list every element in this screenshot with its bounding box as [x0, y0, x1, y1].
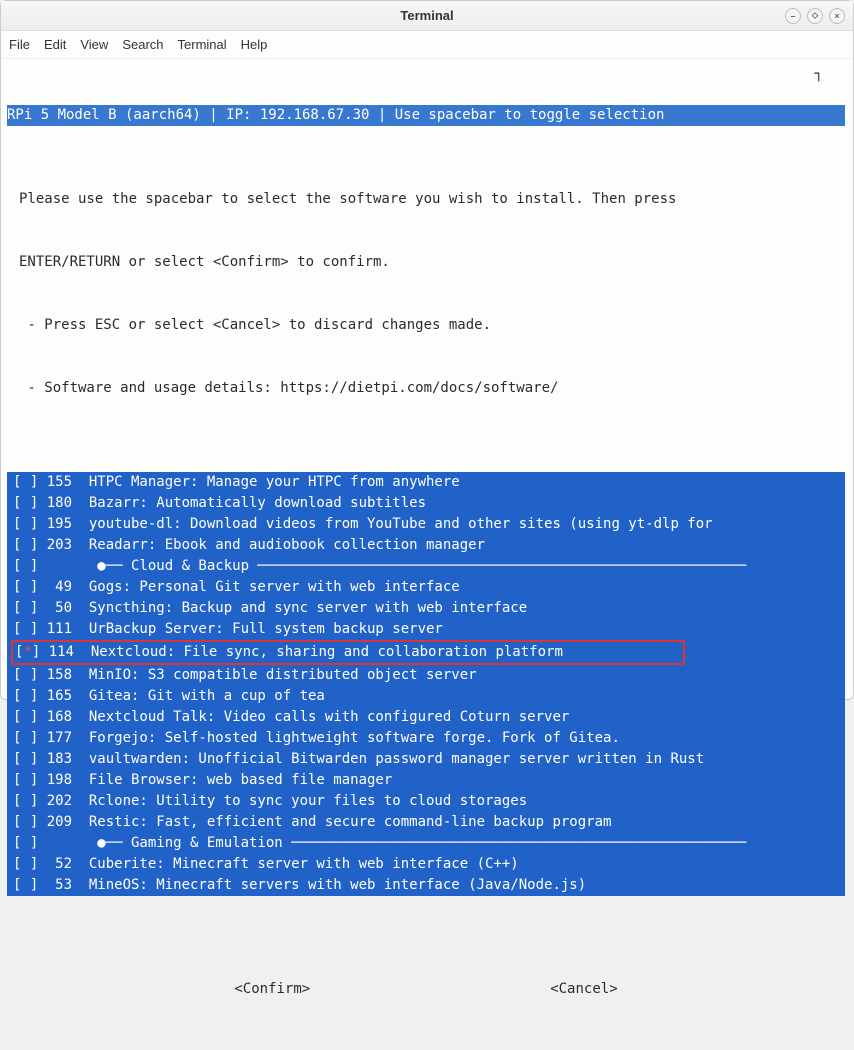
menu-view[interactable]: View: [80, 37, 108, 52]
titlebar: Terminal – ⬦ ×: [1, 1, 853, 31]
menu-edit[interactable]: Edit: [44, 37, 66, 52]
software-item[interactable]: [ ] 183 vaultwarden: Unofficial Bitwarde…: [7, 749, 845, 770]
menu-terminal[interactable]: Terminal: [178, 37, 227, 52]
software-item[interactable]: [ ] 198 File Browser: web based file man…: [7, 770, 845, 791]
terminal-window: Terminal – ⬦ × File Edit View Search Ter…: [0, 0, 854, 700]
software-item[interactable]: [ ] 203 Readarr: Ebook and audiobook col…: [7, 535, 845, 556]
software-item[interactable]: [ ] 155 HTPC Manager: Manage your HTPC f…: [7, 472, 845, 493]
software-item[interactable]: [ ] 53 MineOS: Minecraft servers with we…: [7, 875, 845, 896]
software-item[interactable]: [ ] 111 UrBackup Server: Full system bac…: [7, 619, 845, 640]
category-line: [ ] ●── Cloud & Backup ─────────────────…: [7, 556, 845, 577]
selection-mark: *: [23, 644, 31, 660]
intro-line-4: - Software and usage details: https://di…: [7, 378, 845, 399]
confirm-button[interactable]: <Confirm>: [234, 979, 310, 1000]
intro-line-3: - Press ESC or select <Cancel> to discar…: [7, 315, 845, 336]
minimize-icon[interactable]: –: [785, 8, 801, 24]
software-item[interactable]: [ ] 50 Syncthing: Backup and sync server…: [7, 598, 845, 619]
software-item[interactable]: [ ] 49 Gogs: Personal Git server with we…: [7, 577, 845, 598]
cancel-button[interactable]: <Cancel>: [550, 979, 617, 1000]
dialog-buttons-row: <Confirm> <Cancel>: [7, 979, 845, 1000]
software-item[interactable]: [ ] 177 Forgejo: Self-hosted lightweight…: [7, 728, 845, 749]
dialog-border-corner: ┐: [815, 64, 823, 85]
software-item[interactable]: [ ] 52 Cuberite: Minecraft server with w…: [7, 854, 845, 875]
maximize-icon[interactable]: ⬦: [807, 8, 823, 24]
menu-search[interactable]: Search: [122, 37, 163, 52]
category-line: [ ] ●── Gaming & Emulation ─────────────…: [7, 833, 845, 854]
close-icon[interactable]: ×: [829, 8, 845, 24]
software-item[interactable]: [ ] 195 youtube-dl: Download videos from…: [7, 514, 845, 535]
window-controls: – ⬦ ×: [785, 8, 845, 24]
menu-file[interactable]: File: [9, 37, 30, 52]
intro-line-1: Please use the spacebar to select the so…: [7, 189, 845, 210]
software-list[interactable]: [ ] 155 HTPC Manager: Manage your HTPC f…: [7, 472, 845, 896]
software-item[interactable]: [ ] 180 Bazarr: Automatically download s…: [7, 493, 845, 514]
terminal-content[interactable]: RPi 5 Model B (aarch64) | IP: 192.168.67…: [1, 59, 853, 1050]
software-item[interactable]: [ ] 158 MinIO: S3 compatible distributed…: [7, 665, 845, 686]
menu-help[interactable]: Help: [241, 37, 268, 52]
software-item[interactable]: [ ] 168 Nextcloud Talk: Video calls with…: [7, 707, 845, 728]
software-item[interactable]: [ ] 209 Restic: Fast, efficient and secu…: [7, 812, 845, 833]
header-status-line: RPi 5 Model B (aarch64) | IP: 192.168.67…: [7, 105, 845, 126]
window-title: Terminal: [400, 8, 453, 23]
intro-line-2: ENTER/RETURN or select <Confirm> to conf…: [7, 252, 845, 273]
software-item[interactable]: [*] 114 Nextcloud: File sync, sharing an…: [11, 640, 685, 665]
menubar: File Edit View Search Terminal Help: [1, 31, 853, 59]
software-item[interactable]: [ ] 202 Rclone: Utility to sync your fil…: [7, 791, 845, 812]
software-item[interactable]: [ ] 165 Gitea: Git with a cup of tea: [7, 686, 845, 707]
